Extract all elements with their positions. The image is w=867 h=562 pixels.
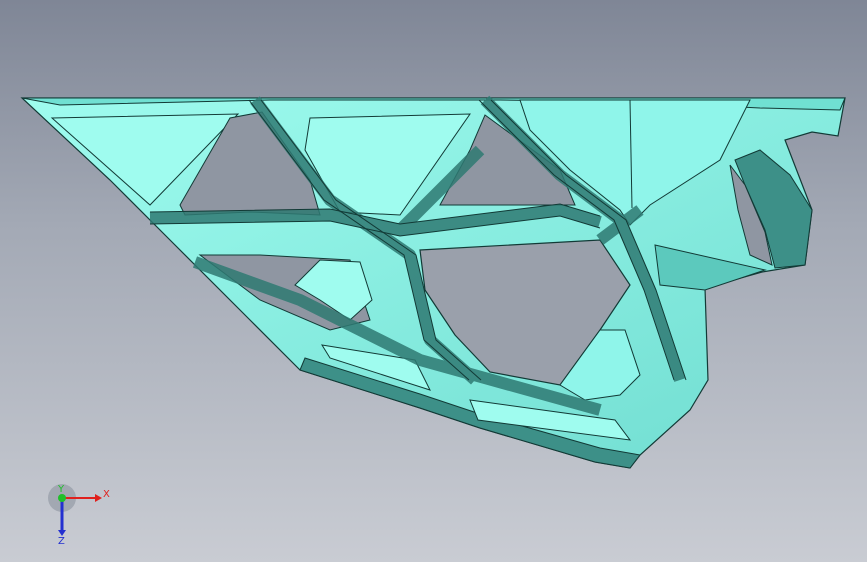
x-axis-arrow bbox=[95, 494, 102, 502]
y-axis-label: Y bbox=[57, 484, 65, 495]
z-axis-label: Z bbox=[58, 536, 65, 547]
x-axis-label: X bbox=[103, 489, 110, 500]
part-model[interactable] bbox=[0, 0, 867, 562]
coordinate-triad: X Y Z bbox=[40, 478, 120, 548]
y-axis-dot bbox=[58, 494, 66, 502]
graphics-viewport[interactable]: X Y Z bbox=[0, 0, 867, 562]
